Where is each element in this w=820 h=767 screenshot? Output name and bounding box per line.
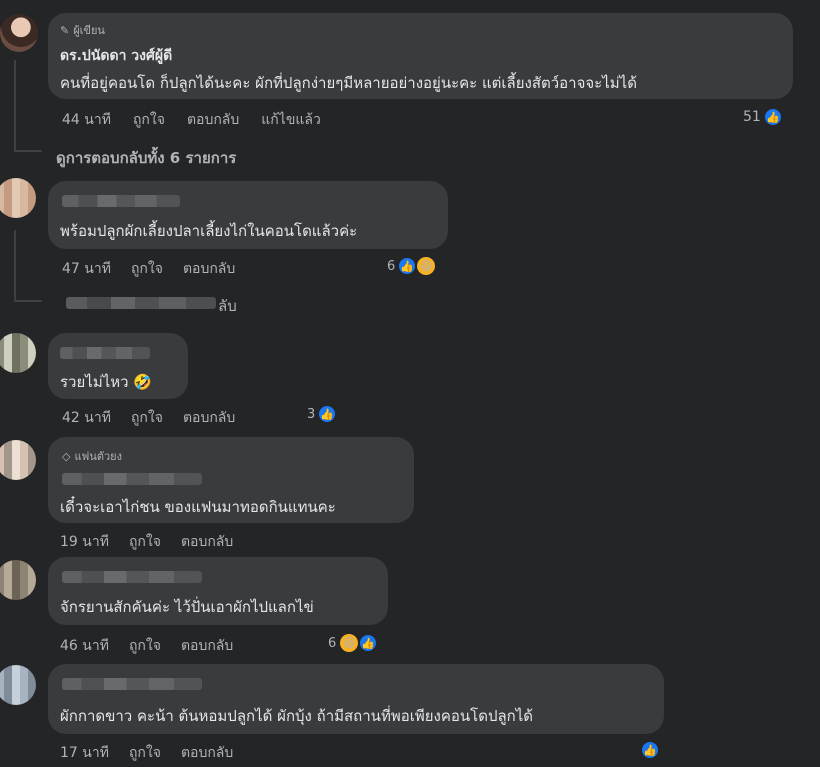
thread-line-hook [14, 300, 42, 302]
comment-time[interactable]: 44 นาที [62, 109, 111, 131]
reaction-count: 51 [743, 109, 761, 125]
comment-text: คนที่อยู่คอนโด ก็ปลูกได้นะคะ ผักที่ปลูกง… [60, 74, 637, 92]
comment-actions: 44 นาที ถูกใจ ตอบกลับ แก้ไขแล้ว [62, 109, 321, 131]
thread-line [14, 60, 16, 152]
reaction-summary[interactable]: 3 👍 [307, 404, 338, 424]
comment-author[interactable]: ดร.ปนัดดา วงศ์ผู้ดี [60, 45, 172, 67]
comment-text: พร้อมปลูกผักเลี้ยงปลาเลี้ยงไก่ในคอนโดแล้… [60, 222, 358, 240]
like-reaction-icon: 👍 [358, 633, 379, 653]
comment-bubble: พร้อมปลูกผักเลี้ยงปลาเลี้ยงไก่ในคอนโดแล้… [48, 181, 448, 249]
reply-button[interactable]: ตอบกลับ [183, 407, 235, 429]
like-reaction-icon: 👍 [640, 740, 660, 760]
comment-actions: 42 นาที ถูกใจ ตอบกลับ [62, 407, 235, 429]
like-button[interactable]: ถูกใจ [131, 407, 163, 429]
comment-author[interactable] [62, 473, 202, 485]
comment-author[interactable] [60, 347, 150, 359]
reaction-summary[interactable]: 6 👍 😆 [387, 255, 438, 277]
comment-time[interactable]: 47 นาที [62, 258, 111, 280]
comment-actions: 19 นาที ถูกใจ ตอบกลับ [60, 531, 233, 553]
comment-time[interactable]: 17 นาที [60, 742, 109, 764]
like-button[interactable]: ถูกใจ [129, 742, 161, 764]
fan-badge: ◇ แฟนตัวยง [62, 449, 123, 464]
avatar[interactable] [0, 440, 36, 480]
author-badge: ✎ ผู้เขียน [60, 23, 105, 38]
reply-button[interactable]: ตอบกลับ [181, 742, 233, 764]
thread-line-hook [14, 150, 42, 152]
haha-reaction-icon: 😆 [338, 632, 361, 654]
comment-time[interactable]: 42 นาที [62, 407, 111, 429]
reply-preview-text: ลับ [218, 297, 237, 315]
reaction-count: 3 [307, 406, 316, 422]
avatar[interactable] [0, 560, 36, 600]
comment-text: รวยไม่ไหว 🤣 [60, 373, 152, 391]
reply-button[interactable]: ตอบกลับ [183, 258, 235, 280]
comment-text: เดี๋วจะเอาไก่ชน ของแฟนมาทอดกินแทนคะ [60, 498, 336, 516]
like-button[interactable]: ถูกใจ [129, 635, 161, 657]
comment-actions: 17 นาที ถูกใจ ตอบกลับ [60, 742, 233, 764]
comment-bubble: รวยไม่ไหว 🤣 [48, 333, 188, 399]
reaction-summary[interactable]: 👍 [640, 740, 660, 760]
avatar[interactable] [0, 178, 36, 218]
comment-bubble: ✎ ผู้เขียน ดร.ปนัดดา วงศ์ผู้ดี คนที่อยู่… [48, 13, 793, 99]
diamond-icon: ◇ [62, 449, 71, 463]
avatar[interactable] [0, 333, 36, 373]
avatar[interactable] [0, 665, 36, 705]
comment-time[interactable]: 19 นาที [60, 531, 109, 553]
avatar[interactable] [0, 14, 38, 52]
comment-bubble: ผักกาดขาว คะน้า ต้นหอมปลูกได้ ผักบุ้ง ถ้… [48, 664, 664, 734]
comment-actions: 47 นาที ถูกใจ ตอบกลับ [62, 258, 235, 280]
reply-button[interactable]: ตอบกลับ [187, 109, 239, 131]
reply-button[interactable]: ตอบกลับ [181, 635, 233, 657]
reaction-summary[interactable]: 6 😆 👍 [328, 632, 379, 654]
reply-button[interactable]: ตอบกลับ [181, 531, 233, 553]
reaction-summary[interactable]: 51 👍 [743, 107, 783, 127]
like-button[interactable]: ถูกใจ [129, 531, 161, 553]
like-button[interactable]: ถูกใจ [131, 258, 163, 280]
comment-bubble: จักรยานสักคันค่ะ ไว้ปั่นเอาผักไปแลกไข่ [48, 557, 388, 625]
comment-author[interactable] [62, 195, 180, 207]
comment-bubble: ◇ แฟนตัวยง เดี๋วจะเอาไก่ชน ของแฟนมาทอดกิ… [48, 437, 414, 523]
like-reaction-icon: 👍 [762, 107, 783, 127]
comment-author[interactable] [62, 678, 202, 690]
comment-author[interactable] [62, 571, 202, 583]
view-replies-link[interactable]: ดูการตอบกลับทั้ง 6 รายการ [56, 146, 236, 170]
edited-label: แก้ไขแล้ว [261, 112, 321, 128]
comment-text: จักรยานสักคันค่ะ ไว้ปั่นเอาผักไปแลกไข่ [60, 598, 314, 616]
reaction-count: 6 [387, 258, 396, 274]
like-reaction-icon: 👍 [317, 404, 338, 424]
like-reaction-icon: 👍 [397, 256, 418, 276]
reply-author [66, 297, 216, 309]
pencil-icon: ✎ [60, 23, 70, 37]
comment-time[interactable]: 46 นาที [60, 635, 109, 657]
reaction-count: 6 [328, 635, 337, 651]
like-button[interactable]: ถูกใจ [133, 109, 165, 131]
comment-actions: 46 นาที ถูกใจ ตอบกลับ [60, 635, 233, 657]
haha-reaction-icon: 😆 [415, 255, 438, 277]
reply-preview[interactable]: ลับ [60, 294, 250, 315]
comment-text: ผักกาดขาว คะน้า ต้นหอมปลูกได้ ผักบุ้ง ถ้… [60, 707, 534, 725]
thread-line [14, 230, 16, 300]
